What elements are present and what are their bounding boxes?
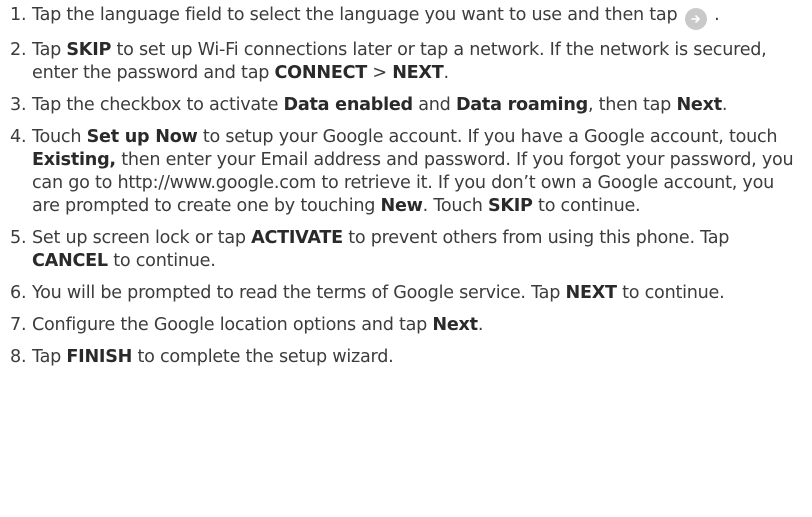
step-keyword: New xyxy=(380,196,423,216)
step-item: 3. Tap the checkbox to activate Data ena… xyxy=(10,94,804,117)
step-keyword: Data roaming xyxy=(455,95,588,115)
step-text-segment: to complete the setup wizard. xyxy=(132,347,394,367)
step-text-segment: to continue. xyxy=(616,283,725,303)
step-text-segment: . xyxy=(477,315,484,335)
step-keyword: CONNECT xyxy=(274,63,368,83)
step-keyword: FINISH xyxy=(66,347,133,367)
step-keyword: CANCEL xyxy=(32,251,108,271)
step-text-segment: . xyxy=(714,5,720,25)
step-number: 5. xyxy=(10,228,27,248)
step-number: 1. xyxy=(10,5,27,25)
step-text-segment: . Touch xyxy=(422,196,488,216)
step-keyword: Next xyxy=(432,315,478,335)
step-number: 6. xyxy=(10,283,27,303)
step-text: Tap SKIP to set up Wi-Fi connections lat… xyxy=(32,39,804,85)
step-text-segment: to continue. xyxy=(532,196,641,216)
step-text-segment: . xyxy=(721,95,728,115)
step-text-segment: Tap xyxy=(32,347,67,367)
step-text: Tap the checkbox to activate Data enable… xyxy=(32,94,804,117)
step-text-segment: Touch xyxy=(32,127,87,147)
step-number: 7. xyxy=(10,315,27,335)
step-number: 2. xyxy=(10,40,27,60)
step-number: 3. xyxy=(10,95,27,115)
step-text-segment: and xyxy=(412,95,456,115)
step-text: Touch Set up Now to setup your Google ac… xyxy=(32,126,804,218)
step-item: 6. You will be prompted to read the term… xyxy=(10,282,804,305)
step-text-segment: Tap xyxy=(32,40,67,60)
step-keyword: Data enabled xyxy=(283,95,414,115)
step-item: 8. Tap FINISH to complete the setup wiza… xyxy=(10,346,804,369)
step-text-segment: to prevent others from using this phone.… xyxy=(342,228,730,248)
arrow-right-circle-icon xyxy=(684,8,707,30)
step-number: 8. xyxy=(10,347,27,367)
step-text-segment: Tap the checkbox to activate xyxy=(32,95,284,115)
step-number: 4. xyxy=(10,127,27,147)
step-item: 4. Touch Set up Now to setup your Google… xyxy=(10,126,804,218)
step-item: 2. Tap SKIP to set up Wi-Fi connections … xyxy=(10,39,804,85)
step-keyword: Next xyxy=(676,95,722,115)
step-keyword: SKIP xyxy=(66,40,112,60)
step-text-segment: to continue. xyxy=(107,251,216,271)
step-keyword: NEXT xyxy=(565,283,617,303)
step-text: Configure the Google location options an… xyxy=(32,314,804,337)
step-text: Tap FINISH to complete the setup wizard. xyxy=(32,346,804,369)
step-item: 7. Configure the Google location options… xyxy=(10,314,804,337)
step-text-segment: . xyxy=(443,63,450,83)
step-list: 1. Tap the language field to select the … xyxy=(10,4,804,369)
step-keyword: NEXT xyxy=(392,63,444,83)
step-text-segment: Configure the Google location options an… xyxy=(32,315,433,335)
step-keyword: SKIP xyxy=(487,196,533,216)
step-item: 1. Tap the language field to select the … xyxy=(10,4,804,30)
step-text: Set up screen lock or tap ACTIVATE to pr… xyxy=(32,227,804,273)
step-keyword: Set up Now xyxy=(86,127,198,147)
step-text-segment: > xyxy=(367,63,393,83)
step-text: You will be prompted to read the terms o… xyxy=(32,282,804,305)
step-text: Tap the language field to select the lan… xyxy=(32,4,804,30)
step-text-segment: Set up screen lock or tap xyxy=(32,228,252,248)
setup-instructions: 1. Tap the language field to select the … xyxy=(0,0,812,517)
step-keyword: Existing, xyxy=(32,150,116,170)
step-text-segment: , then tap xyxy=(587,95,677,115)
step-text-segment: to setup your Google account. If you hav… xyxy=(197,127,778,147)
step-item: 5. Set up screen lock or tap ACTIVATE to… xyxy=(10,227,804,273)
step-text-segment: You will be prompted to read the terms o… xyxy=(32,283,566,303)
step-keyword: ACTIVATE xyxy=(251,228,343,248)
step-text-segment: Tap the language field to select the lan… xyxy=(32,5,683,25)
